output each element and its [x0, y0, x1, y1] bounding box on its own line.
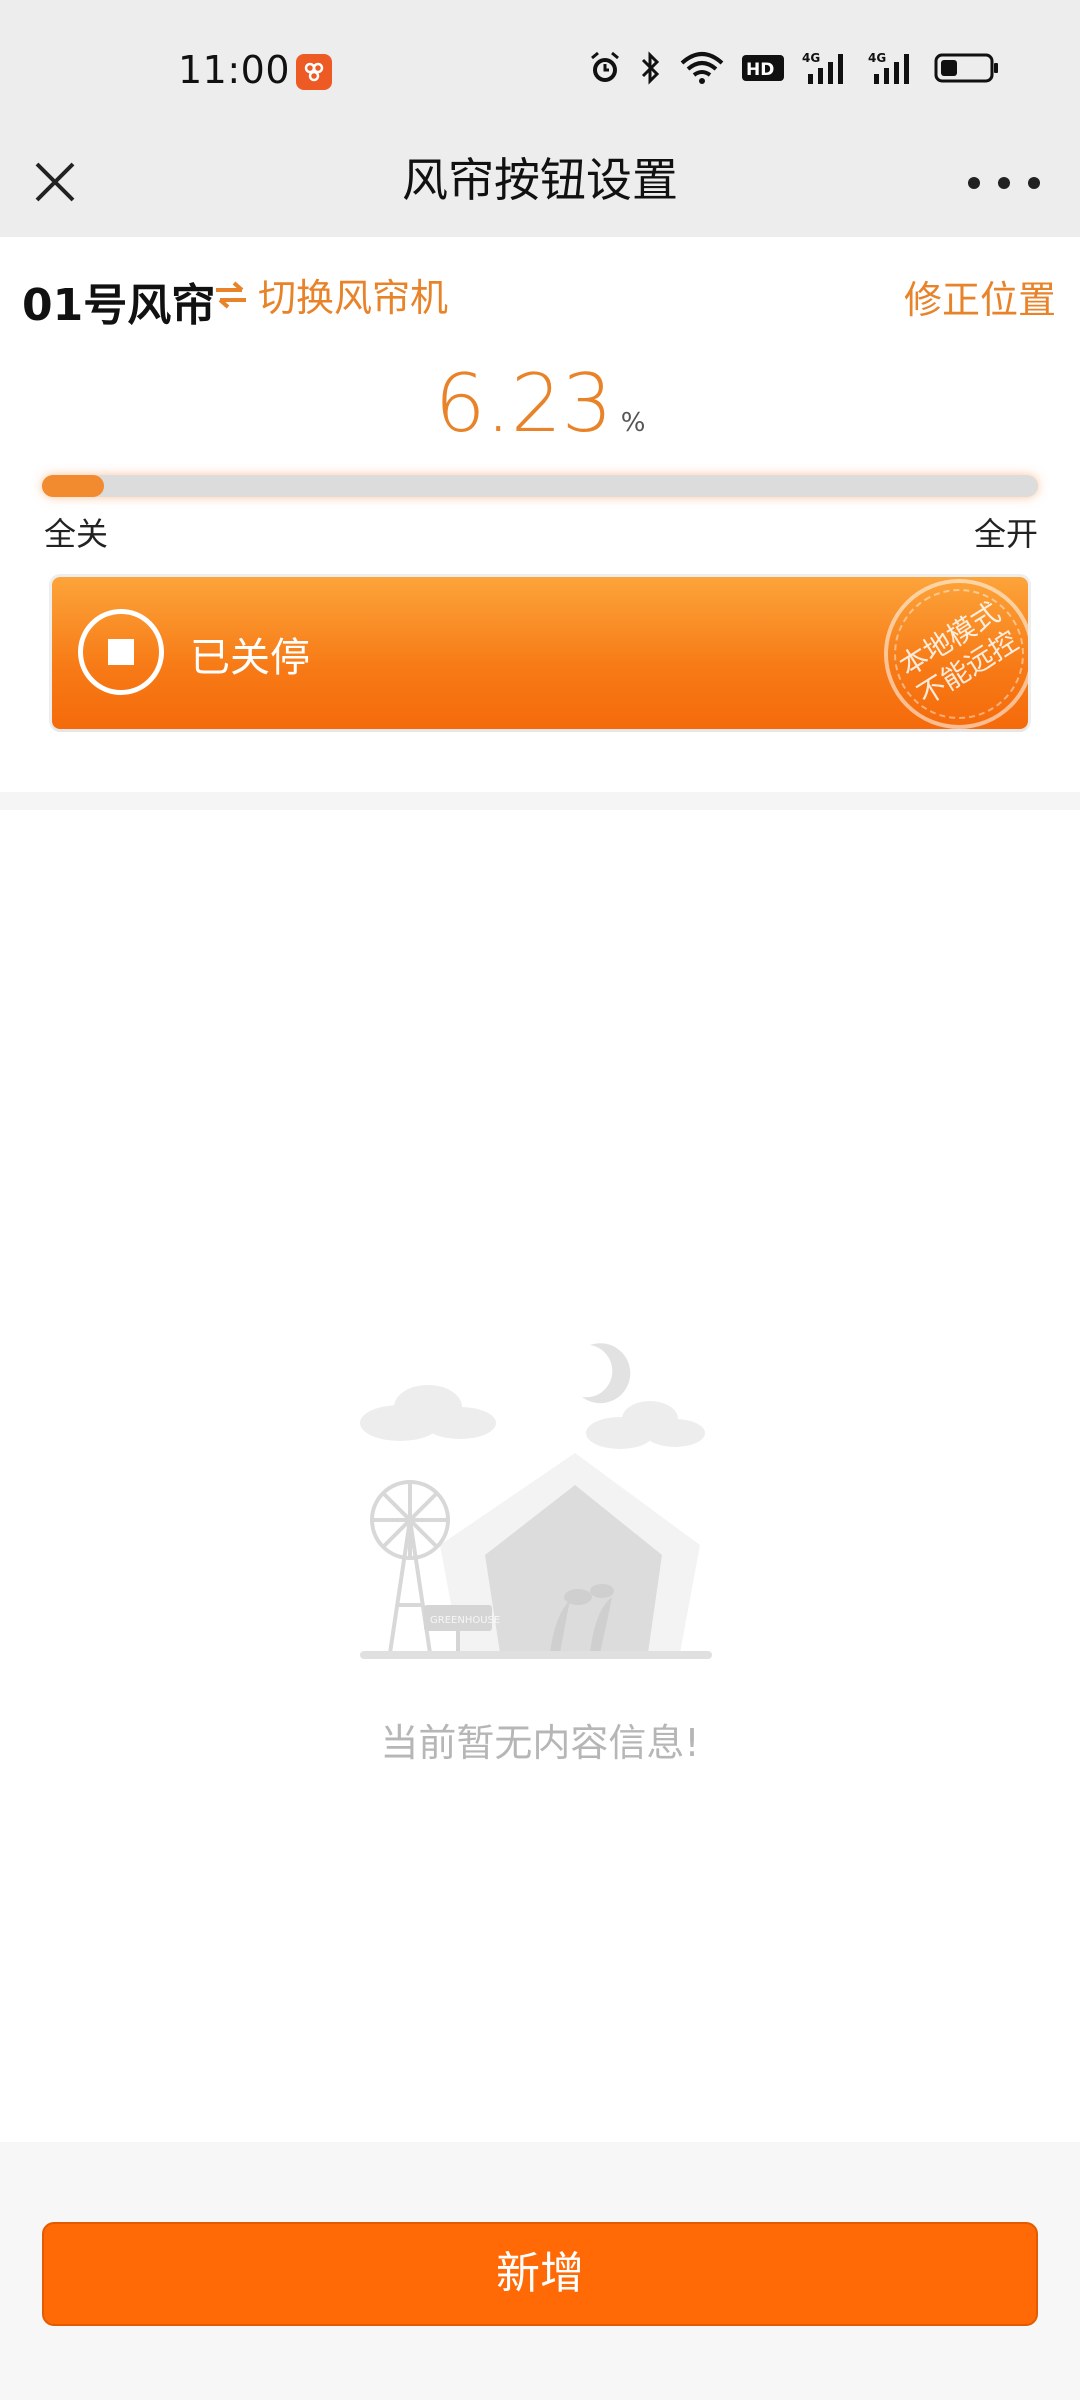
svg-text:4G: 4G — [868, 51, 886, 65]
app-notification-icon — [296, 54, 332, 90]
bluetooth-icon — [641, 51, 660, 85]
position-progress-fill — [42, 475, 105, 497]
switch-curtain-label: 切换风帘机 — [258, 276, 449, 320]
signal-4g-icon-2: 4G — [868, 51, 909, 84]
status-bar: 11:00 HD 4G 4G — [0, 0, 1080, 140]
range-min-label: 全关 — [44, 515, 109, 553]
curtain-state-button[interactable]: 已关停 本地模式 不能远控 — [52, 577, 1028, 729]
hd-icon: HD — [742, 55, 784, 81]
battery-icon — [934, 53, 998, 83]
position-unit: % — [620, 408, 646, 438]
wifi-icon — [680, 52, 724, 84]
position-percent: 6.23 — [434, 357, 613, 450]
curtain-state-label: 已关停 — [190, 635, 310, 681]
position-progress-bar — [42, 475, 1038, 497]
stop-icon — [78, 609, 164, 695]
curtain-name: 01号风帘 — [22, 280, 216, 331]
greenhouse-sign-text: GREENHOUSE — [430, 1615, 500, 1626]
local-mode-stamp: 本地模式 不能远控 — [869, 577, 1028, 729]
curtain-control-card: 01号风帘 切换风帘机 修正位置 6.23% 全关 全开 已关停 本地模式 不能… — [0, 237, 1080, 792]
app-screen: 11:00 HD 4G 4G 风帘按钮设置 01号风帘 切换风帘机 修正位置 6… — [0, 0, 1080, 2400]
empty-greenhouse-illustration: GREENHOUSE — [360, 1343, 712, 1659]
position-readout: 6.23% — [0, 357, 1080, 450]
alarm-icon — [591, 51, 619, 82]
swap-icon — [216, 280, 246, 309]
fix-position-button[interactable]: 修正位置 — [904, 269, 1056, 324]
more-icon[interactable] — [968, 158, 1040, 208]
svg-text:4G: 4G — [802, 51, 820, 65]
add-button[interactable]: 新增 — [42, 2222, 1038, 2326]
status-time: 11:00 — [178, 48, 291, 92]
nav-bar: 风帘按钮设置 — [0, 140, 1080, 237]
signal-4g-icon: 4G — [802, 51, 843, 84]
svg-text:HD: HD — [746, 60, 774, 80]
switch-curtain-button[interactable]: 切换风帘机 — [214, 267, 448, 322]
page-title: 风帘按钮设置 — [402, 153, 678, 207]
bottom-action-bar: 新增 — [0, 2142, 1080, 2400]
status-icons: HD 4G 4G — [588, 50, 1000, 86]
section-divider — [0, 792, 1080, 810]
empty-state-message: 当前暂无内容信息! — [380, 1721, 700, 1765]
range-max-label: 全开 — [973, 515, 1038, 553]
